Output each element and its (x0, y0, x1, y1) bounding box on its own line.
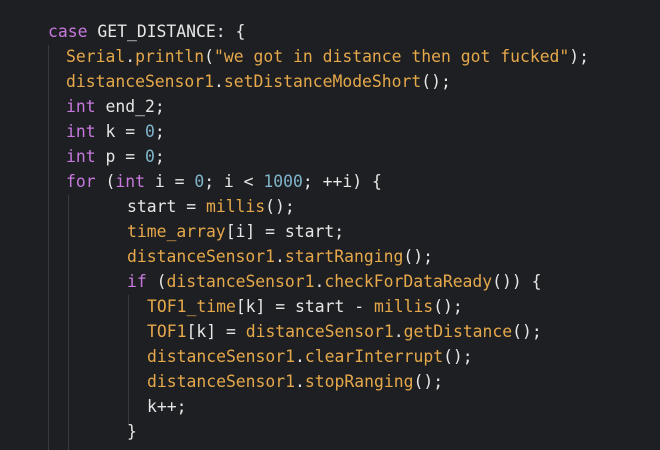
code-token: GET_DISTANCE: { (87, 22, 246, 41)
code-token: ( (95, 172, 116, 191)
code-token: ; (154, 122, 165, 141)
code-line[interactable]: int p = 0; (66, 144, 165, 169)
code-token: (); (443, 347, 473, 366)
code-token: k = (95, 122, 145, 141)
code-line[interactable]: int k = 0; (66, 119, 165, 144)
code-token: clearInterrupt (304, 347, 444, 366)
code-token: "we got in distance then got fucked" (214, 47, 570, 66)
code-token: checkForDataReady (324, 272, 493, 291)
code-token: start = (127, 197, 206, 216)
code-token: . (275, 247, 285, 266)
code-line[interactable]: k++; (147, 394, 186, 419)
code-token: stopRanging (304, 372, 414, 391)
code-token: int (66, 147, 96, 166)
code-token: . (125, 47, 136, 66)
code-token: (); (403, 247, 433, 266)
code-token: 0 (144, 122, 155, 141)
code-line[interactable]: start = millis(); (127, 194, 295, 219)
code-token: if (127, 272, 147, 291)
indent-guide (68, 195, 69, 450)
code-token: (); (433, 297, 463, 316)
code-token: 0 (194, 172, 205, 191)
code-token: . (295, 347, 305, 366)
code-line[interactable]: distanceSensor1.setDistanceModeShort(); (66, 69, 451, 94)
code-token: } (127, 422, 137, 441)
code-token: [k] = start - (235, 297, 374, 316)
code-token: ); (569, 47, 590, 66)
code-token: ; i < (204, 172, 264, 191)
code-token: [k] = (186, 322, 246, 341)
code-line[interactable]: TOF1[k] = distanceSensor1.getDistance(); (147, 319, 542, 344)
indent-guide (48, 45, 49, 450)
code-line[interactable]: distanceSensor1.startRanging(); (127, 244, 433, 269)
code-token: i = (144, 172, 195, 191)
code-token: setDistanceModeShort (223, 72, 422, 91)
code-token: millis (205, 197, 266, 216)
code-token: for (66, 172, 96, 191)
code-token: int (66, 97, 96, 116)
code-line[interactable]: int end_2; (66, 94, 165, 119)
code-token: . (393, 322, 404, 341)
code-token: time_array (127, 222, 226, 241)
code-token: end_2; (95, 97, 165, 116)
code-token: (); (512, 322, 542, 341)
code-line[interactable]: TOF1_time[k] = start - millis(); (147, 294, 463, 319)
code-line[interactable]: time_array[i] = start; (127, 219, 344, 244)
code-line[interactable]: for (int i = 0; i < 1000; ++i) { (66, 169, 382, 194)
code-token: startRanging (284, 247, 404, 266)
code-token: ( (204, 47, 215, 66)
code-token: TOF1 (147, 322, 187, 341)
code-token: (); (421, 72, 451, 91)
code-token: distanceSensor1 (166, 272, 315, 291)
code-token: . (214, 72, 224, 91)
code-token: . (314, 272, 325, 291)
code-token: distanceSensor1 (66, 72, 215, 91)
code-token: int (66, 122, 96, 141)
code-token: distanceSensor1 (147, 372, 296, 391)
code-line[interactable]: distanceSensor1.stopRanging(); (147, 369, 443, 394)
code-token: k++; (147, 397, 187, 416)
code-line[interactable]: case GET_DISTANCE: { (48, 19, 245, 44)
code-token: p = (95, 147, 145, 166)
code-token: ; ++i) { (302, 172, 382, 191)
code-token: (); (413, 372, 444, 391)
code-token: distanceSensor1 (147, 347, 296, 366)
code-token: [i] = start; (225, 222, 345, 241)
code-token: ( (146, 272, 167, 291)
code-token: ()) { (492, 272, 542, 291)
code-token: ; (154, 147, 165, 166)
code-token: case (48, 22, 88, 41)
code-token: millis (373, 297, 434, 316)
code-editor[interactable]: case GET_DISTANCE: { Serial.println("we … (0, 0, 660, 450)
code-token: getDistance (403, 322, 513, 341)
code-token: . (295, 372, 305, 391)
code-token: distanceSensor1 (127, 247, 276, 266)
code-token: 0 (144, 147, 155, 166)
code-token: 1000 (263, 172, 303, 191)
code-token: distanceSensor1 (245, 322, 394, 341)
code-token: int (115, 172, 145, 191)
code-token: Serial (66, 47, 126, 66)
code-token: TOF1_time (147, 297, 236, 316)
code-line[interactable]: distanceSensor1.clearInterrupt(); (147, 344, 473, 369)
indent-guide (128, 295, 129, 425)
code-token: (); (265, 197, 295, 216)
code-line[interactable]: } (127, 419, 137, 444)
code-line[interactable]: Serial.println("we got in distance then … (66, 44, 589, 69)
code-line[interactable]: if (distanceSensor1.checkForDataReady())… (127, 269, 542, 294)
code-token: println (135, 47, 205, 66)
